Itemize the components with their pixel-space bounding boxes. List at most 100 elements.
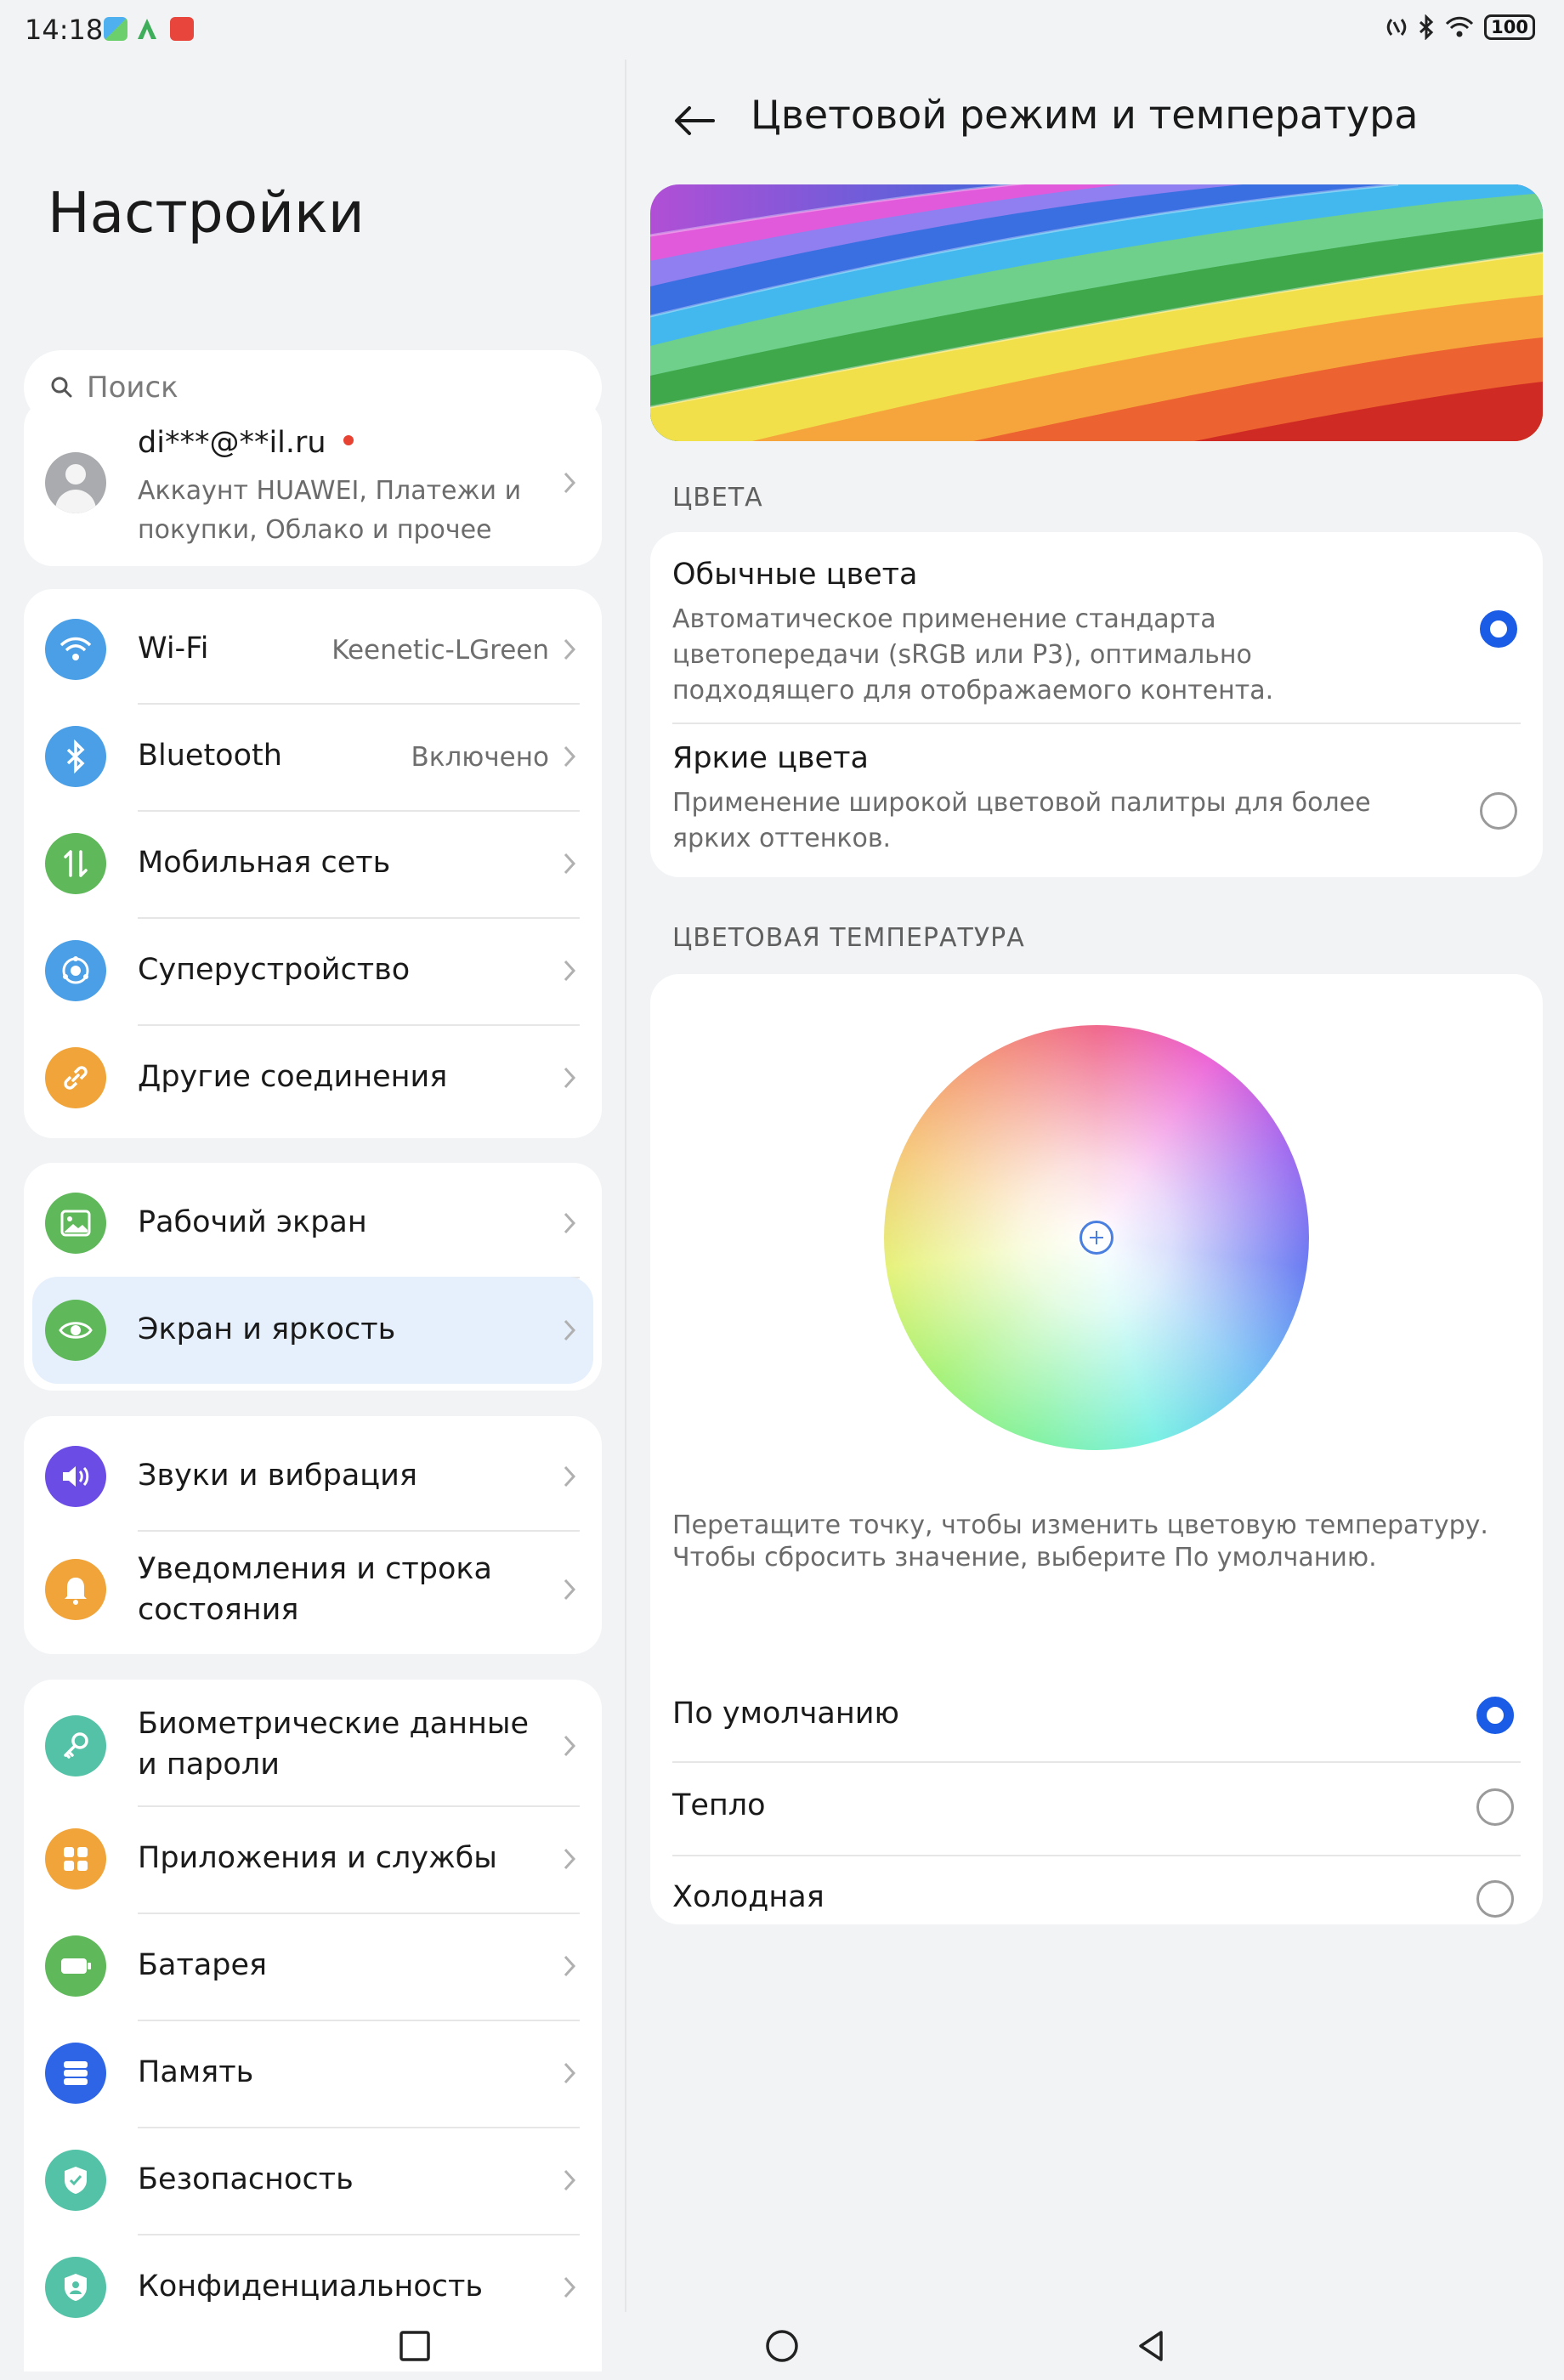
detail-pane: Цветовой режим и температура ЦВЕТА Обычн… <box>625 60 1564 2312</box>
bluetooth-value: Включено <box>411 742 549 773</box>
wifi-label: Wi-Fi <box>138 632 209 666</box>
display-brightness-label: Экран и яркость <box>138 1312 396 1346</box>
default-radio[interactable] <box>1476 1697 1514 1734</box>
option-warm[interactable]: Тепло <box>650 1763 1543 1855</box>
warm-label: Тепло <box>672 1788 766 1822</box>
notification-dot <box>343 435 354 445</box>
account-card[interactable]: di***@**il.ru Аккаунт HUAWEI, Платежи и … <box>24 399 602 566</box>
chevron-right-icon <box>564 638 576 660</box>
vivid-colors-radio[interactable] <box>1480 792 1517 830</box>
nfc-icon <box>1386 19 1407 36</box>
display-group: Рабочий экран Экран и яркость <box>24 1163 602 1391</box>
chevron-right-icon <box>564 2062 576 2084</box>
vivid-colors-title: Яркие цвета <box>672 741 869 775</box>
normal-colors-title: Обычные цвета <box>672 558 918 592</box>
sidebar-item-home-screen[interactable]: Рабочий экран <box>24 1170 602 1277</box>
battery-level: 100 <box>1491 17 1528 37</box>
bluetooth-icon <box>45 726 106 787</box>
settings-list-pane: Настройки Поиск di***@**il.ru Аккаунт HU… <box>0 60 625 2372</box>
chevron-right-icon <box>564 1848 576 1870</box>
sidebar-item-notifications[interactable]: Уведомления и строка состояния <box>24 1530 602 1649</box>
bluetooth-status-icon <box>1420 14 1434 40</box>
status-time: 14:18 <box>25 14 104 46</box>
chevron-right-icon <box>564 472 576 494</box>
bluetooth-label: Bluetooth <box>138 739 282 773</box>
chevron-right-icon <box>564 745 576 768</box>
colors-section-caption: ЦВЕТА <box>672 483 763 513</box>
sidebar-item-display-brightness[interactable]: Экран и яркость <box>32 1277 593 1384</box>
sidebar-item-other-connections[interactable]: Другие соединения <box>24 1024 602 1131</box>
security-label: Безопасность <box>138 2162 354 2196</box>
recent-apps-icon[interactable] <box>396 2327 434 2365</box>
option-vivid-colors[interactable]: Яркие цвета Применение широкой цветовой … <box>650 722 1543 876</box>
storage-label: Память <box>138 2055 254 2089</box>
eye-icon <box>45 1300 106 1361</box>
system-group: Биометрические данные и пароли Приложени… <box>24 1680 602 2372</box>
back-triangle-icon[interactable] <box>1132 2327 1170 2365</box>
wifi-icon <box>45 619 106 680</box>
chevron-right-icon <box>564 2276 576 2298</box>
battery-indicator: 100 <box>1484 14 1535 40</box>
home-screen-label: Рабочий экран <box>138 1205 367 1239</box>
chevron-right-icon <box>564 960 576 982</box>
option-default[interactable]: По умолчанию <box>650 1669 1543 1761</box>
chevron-right-icon <box>564 1212 576 1234</box>
sidebar-item-apps[interactable]: Приложения и службы <box>24 1805 602 1912</box>
chevron-right-icon <box>564 1578 576 1601</box>
apps-label: Приложения и службы <box>138 1841 497 1875</box>
chevron-right-icon <box>564 1955 576 1977</box>
option-normal-colors[interactable]: Обычные цвета Автоматическое применение … <box>650 532 1543 721</box>
chevron-right-icon <box>564 853 576 875</box>
battery-label: Батарея <box>138 1948 268 1982</box>
sound-notification-group: Звуки и вибрация Уведомления и строка со… <box>24 1416 602 1654</box>
privacy-label: Конфиденциальность <box>138 2270 484 2304</box>
huawei-app-icon <box>170 17 194 41</box>
cold-radio[interactable] <box>1476 1880 1514 1918</box>
sidebar-item-sound[interactable]: Звуки и вибрация <box>24 1423 602 1530</box>
bell-icon <box>45 1559 106 1620</box>
mobile-network-icon <box>45 833 106 894</box>
normal-colors-description: Автоматическое применение стандарта цвет… <box>672 604 1274 706</box>
normal-colors-radio[interactable] <box>1480 610 1517 648</box>
sidebar-item-security[interactable]: Безопасность <box>24 2127 602 2234</box>
wifi-value: Keenetic-LGreen <box>332 635 549 666</box>
color-mode-card: Обычные цвета Автоматическое применение … <box>650 532 1543 877</box>
storage-icon <box>45 2043 106 2104</box>
notifications-label: Уведомления и строка состояния <box>138 1552 492 1627</box>
warm-radio[interactable] <box>1476 1788 1514 1826</box>
privacy-icon <box>45 2257 106 2318</box>
sound-icon <box>45 1446 106 1507</box>
search-icon <box>51 377 72 398</box>
sidebar-item-wifi[interactable]: Wi-Fi Keenetic-LGreen <box>24 596 602 703</box>
sidebar-item-mobile-network[interactable]: Мобильная сеть <box>24 810 602 917</box>
temperature-hint: Перетащите точку, чтобы изменить цветову… <box>672 1510 1488 1572</box>
chevron-right-icon <box>564 2169 576 2191</box>
sidebar-item-super-device[interactable]: Суперустройство <box>24 917 602 1024</box>
link-icon <box>45 1047 106 1108</box>
sidebar-item-battery[interactable]: Батарея <box>24 1912 602 2020</box>
sidebar-item-bluetooth[interactable]: Bluetooth Включено <box>24 703 602 810</box>
sidebar-item-storage[interactable]: Память <box>24 2020 602 2127</box>
wifi-status-icon <box>1446 16 1474 37</box>
navigation-bar <box>0 2312 1564 2380</box>
temperature-handle[interactable] <box>1080 1221 1114 1255</box>
detail-title: Цветовой режим и температура <box>751 92 1419 138</box>
page-title: Настройки <box>48 180 365 246</box>
option-cold[interactable]: Холодная <box>650 1856 1543 1923</box>
apps-icon <box>45 1828 106 1890</box>
maps-app-icon <box>104 17 128 41</box>
color-temperature-wheel[interactable] <box>884 1025 1309 1450</box>
battery-icon <box>45 1935 106 1997</box>
default-label: По умолчанию <box>672 1697 899 1731</box>
account-email: di***@**il.ru <box>138 426 354 460</box>
chevron-right-icon <box>564 1735 576 1757</box>
color-temperature-card: Перетащите точку, чтобы изменить цветову… <box>650 974 1543 1924</box>
temperature-section-caption: ЦВЕТОВАЯ ТЕМПЕРАТУРА <box>672 923 1025 953</box>
sidebar-item-biometrics[interactable]: Биометрические данные и пароли <box>24 1686 602 1805</box>
status-bar: 14:18 100 <box>0 0 1564 60</box>
back-arrow-icon[interactable] <box>669 95 720 146</box>
home-icon[interactable] <box>763 2327 801 2365</box>
chevron-right-icon <box>564 1319 576 1341</box>
other-connections-label: Другие соединения <box>138 1060 448 1094</box>
chevron-right-icon <box>564 1465 576 1488</box>
